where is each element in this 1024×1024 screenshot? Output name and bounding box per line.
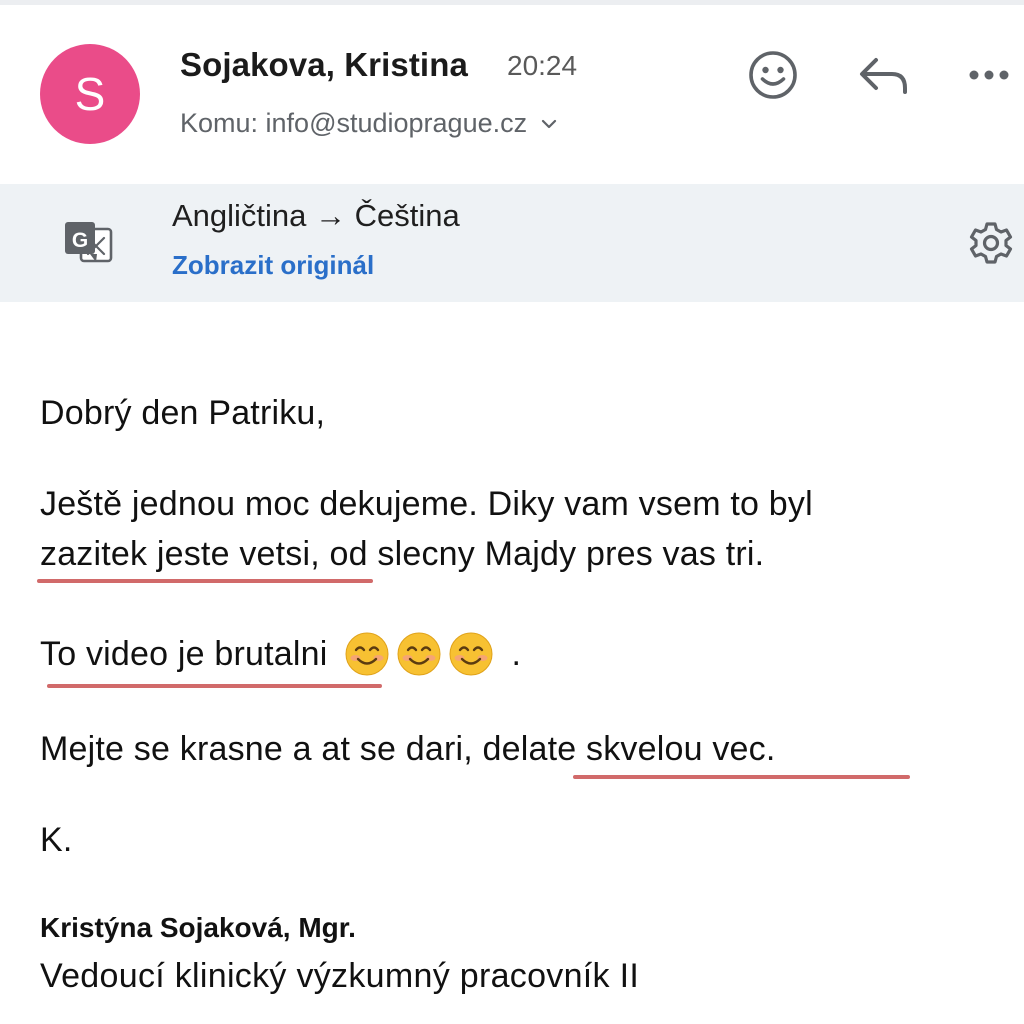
avatar-initial: S — [74, 68, 106, 120]
spellcheck-flagged-text[interactable]: delate skvelou vec. — [483, 730, 776, 768]
smiling-face-emoji — [449, 632, 493, 676]
message-greeting: Dobrý den Patriku, — [40, 394, 326, 432]
top-divider — [0, 0, 1024, 5]
message-paragraph-3: Mejte se krasne a at se dari, delate skv… — [40, 730, 776, 769]
message-paragraph-2: To video je brutalni . — [40, 631, 521, 677]
message-closing: K. — [40, 821, 73, 859]
recipient-label: Komu: info@studioprague.cz — [180, 108, 528, 138]
more-dots-icon[interactable] — [964, 52, 1014, 98]
reply-icon[interactable] — [856, 48, 912, 102]
chevron-down-icon — [541, 118, 557, 130]
message-time: 20:24 — [507, 50, 578, 81]
show-original-link[interactable]: Zobrazit originál — [172, 250, 374, 281]
translation-language-pair: Angličtina → Čeština — [172, 198, 460, 233]
translate-icon: G — [60, 216, 116, 270]
smiling-face-emoji — [345, 632, 389, 676]
signature-name: Kristýna Sojaková, Mgr. — [40, 912, 356, 943]
sender-name[interactable]: Sojakova, Kristina — [180, 46, 468, 84]
paragraph-text: Mejte se krasne a at se dari, — [40, 730, 483, 768]
smiley-icon[interactable] — [746, 48, 800, 102]
spellcheck-flagged-text[interactable]: zazitek jeste vetsi, — [40, 535, 320, 573]
spellcheck-underline — [47, 684, 382, 688]
spellcheck-underline — [37, 579, 373, 583]
message-paragraph-1-line-2: zazitek jeste vetsi, od slecny Majdy pre… — [40, 535, 764, 574]
signature-title: Vedoucí klinický výzkumný pracovník II — [40, 957, 640, 995]
translation-bar: G Angličtina → Čeština Zobrazit originál — [0, 184, 1024, 302]
paragraph-text: . — [511, 634, 522, 673]
smiling-face-emoji — [397, 632, 441, 676]
gear-icon[interactable] — [966, 216, 1016, 270]
sender-avatar[interactable]: S — [40, 44, 140, 144]
recipient-toggle[interactable]: Komu: info@studioprague.cz — [180, 108, 557, 139]
svg-text:G: G — [72, 229, 88, 252]
spellcheck-flagged-text[interactable]: To video je brutalni — [40, 635, 328, 674]
message-paragraph-1-line-1: Ještě jednou moc dekujeme. Diky vam vsem… — [40, 485, 813, 523]
paragraph-text: od slecny Majdy pres vas tri. — [319, 535, 765, 573]
spellcheck-underline — [573, 775, 910, 779]
